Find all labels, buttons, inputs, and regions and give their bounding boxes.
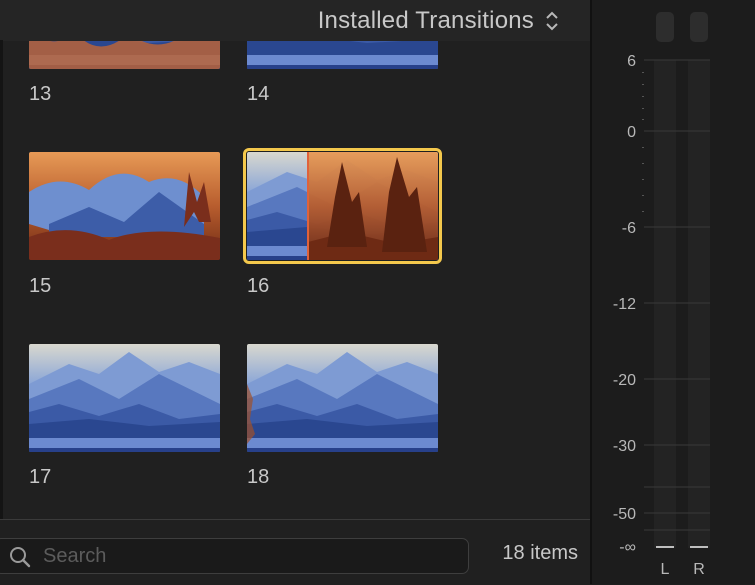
browser-title[interactable]: Installed Transitions xyxy=(318,7,534,35)
transition-label-14: 14 xyxy=(247,83,270,105)
audio-meter: 6 0 -6 -12 -20 -30 -50 -∞ L R xyxy=(590,0,755,584)
meter-scale-label: -20 xyxy=(613,372,636,389)
meter-channel-label-left: L xyxy=(661,561,670,578)
transition-label-18: 18 xyxy=(247,466,270,488)
transitions-grid: 13 14 15 16 17 18 xyxy=(3,41,590,519)
meter-cap-left xyxy=(656,12,674,42)
search-field[interactable] xyxy=(0,538,469,574)
meter-scale-label: 0 xyxy=(627,124,636,141)
meter-scale-label: -50 xyxy=(613,506,636,523)
search-input[interactable] xyxy=(43,539,443,573)
transition-label-16: 16 xyxy=(247,275,270,297)
transition-thumbnail-14[interactable] xyxy=(247,41,438,69)
browser-footer: 18 items xyxy=(0,519,590,585)
meter-scale-label: -30 xyxy=(613,438,636,455)
transitions-browser: Installed Transitions 13 14 15 16 17 18 … xyxy=(0,0,590,585)
transition-thumbnail-18[interactable] xyxy=(247,344,438,452)
meter-scale-label: 6 xyxy=(627,53,636,70)
transition-label-17: 17 xyxy=(29,466,52,488)
meter-scale-label: -12 xyxy=(613,296,636,313)
browser-header: Installed Transitions xyxy=(0,0,590,42)
up-down-chevron-icon[interactable] xyxy=(544,10,560,32)
transition-thumbnail-15[interactable] xyxy=(29,152,220,260)
meter-level-right xyxy=(690,546,708,548)
transition-thumbnail-17[interactable] xyxy=(29,344,220,452)
transition-label-15: 15 xyxy=(29,275,52,297)
meter-scale-label: -∞ xyxy=(619,539,636,556)
meter-scale-label: -6 xyxy=(622,220,636,237)
meter-channel-label-right: R xyxy=(693,561,705,578)
audio-meter-graphic: 6 0 -6 -12 -20 -30 -50 -∞ L R xyxy=(613,12,710,578)
transition-thumbnail-16[interactable] xyxy=(243,148,442,264)
search-icon xyxy=(10,547,31,568)
meter-cap-right xyxy=(690,12,708,42)
meter-column-left xyxy=(654,60,676,548)
transition-thumbnail-13[interactable] xyxy=(29,41,220,69)
meter-column-right xyxy=(688,60,710,548)
meter-level-left xyxy=(656,546,674,548)
items-count: 18 items xyxy=(502,542,578,564)
transition-label-13: 13 xyxy=(29,83,52,105)
